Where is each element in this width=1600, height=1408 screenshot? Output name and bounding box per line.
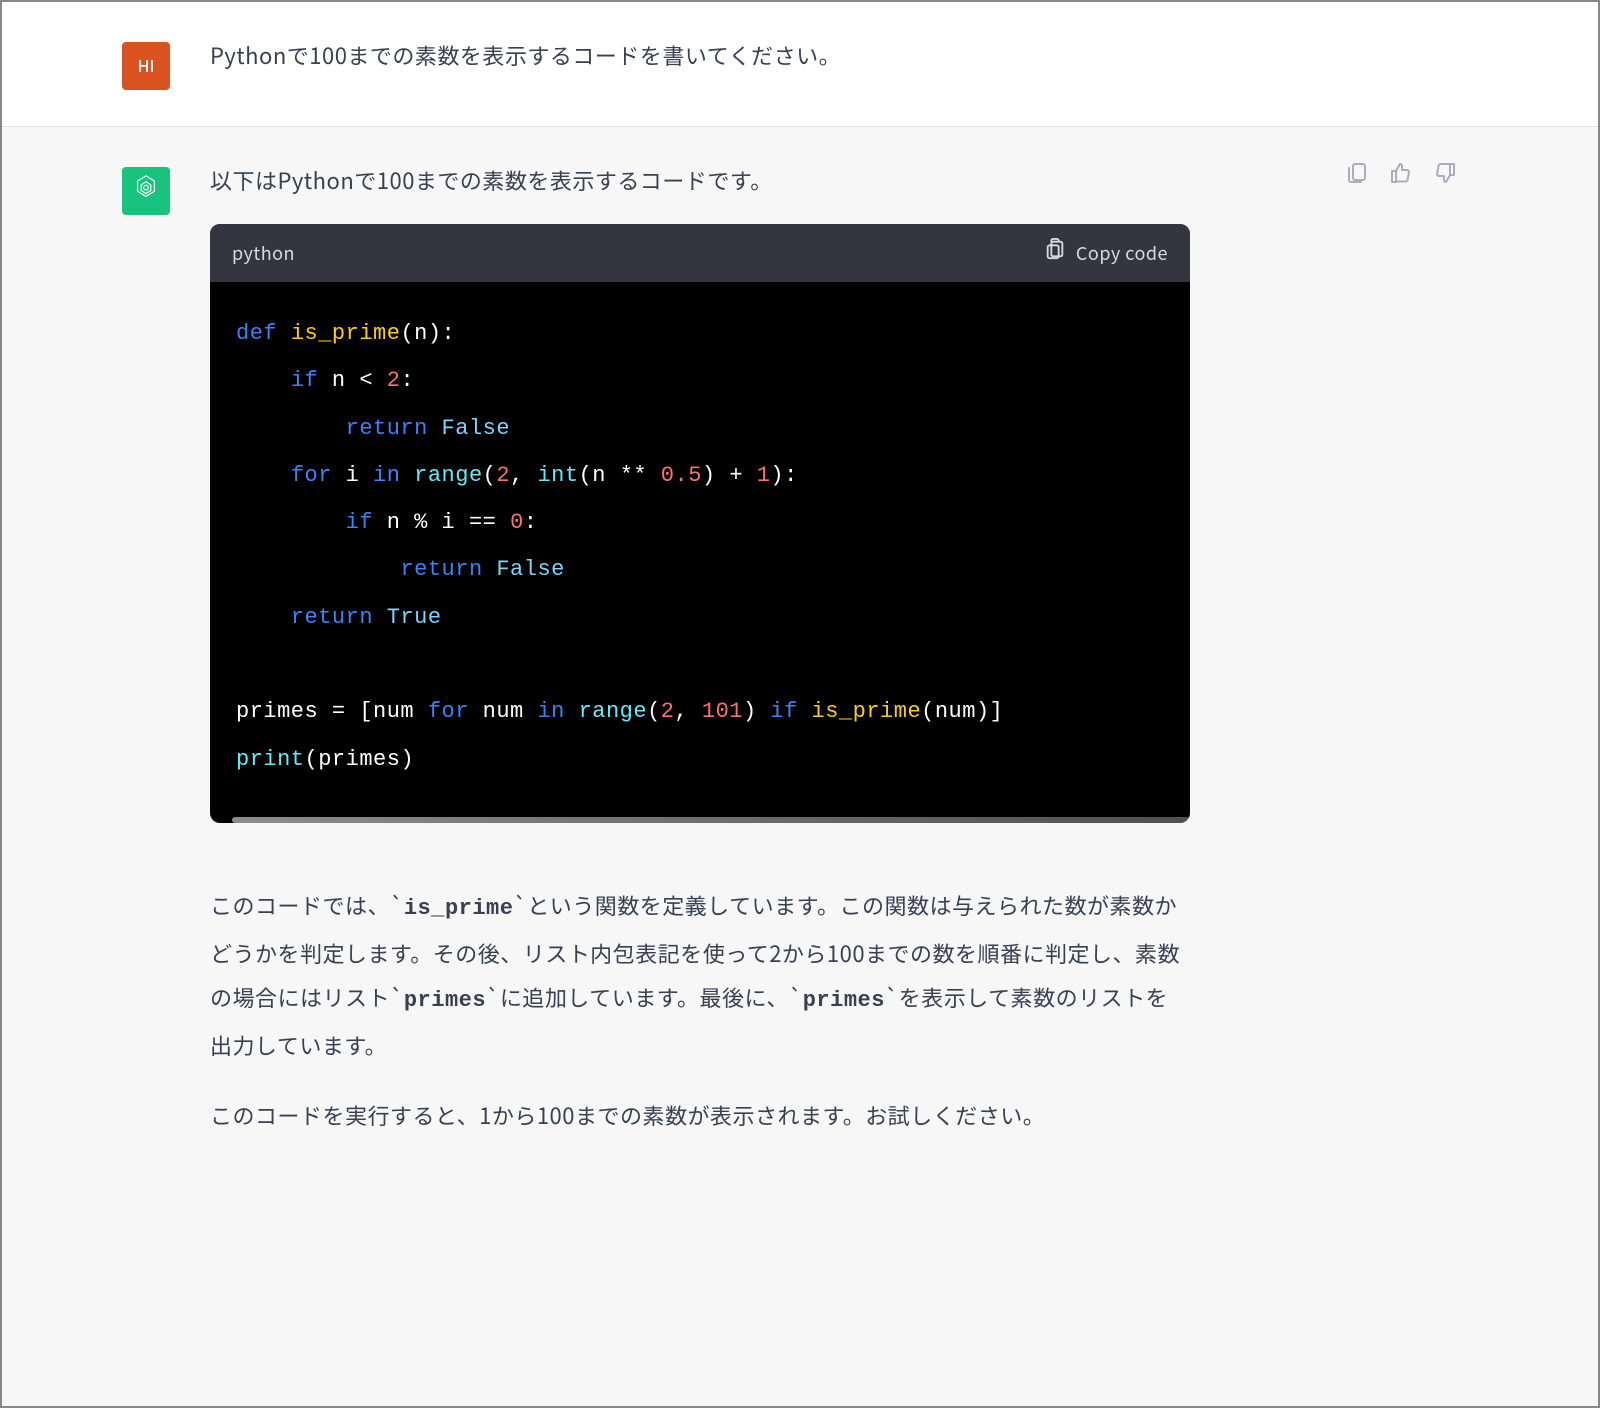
assistant-explanation: このコードでは、`is_prime`という関数を定義しています。この関数は与えら…: [210, 883, 1190, 1137]
explanation-paragraph-1: このコードでは、`is_prime`という関数を定義しています。この関数は与えら…: [210, 883, 1190, 1067]
copy-code-label: Copy code: [1076, 239, 1168, 268]
clipboard-icon: [1345, 161, 1369, 195]
assistant-message-row: 以下はPythonで100までの素数を表示するコードです。 python Cop…: [2, 127, 1598, 1406]
thumbs-up-icon: [1389, 161, 1413, 195]
message-actions: [1344, 165, 1458, 1370]
assistant-avatar: [122, 167, 170, 215]
copy-code-button[interactable]: Copy code: [1044, 238, 1168, 268]
user-message-row: HI Pythonで100までの素数を表示するコードを書いてください。: [2, 2, 1598, 127]
user-message-content: Pythonで100までの素数を表示するコードを書いてください。: [210, 38, 1458, 90]
clipboard-icon: [1044, 238, 1066, 268]
inline-code-primes-1: primes: [404, 988, 486, 1013]
code-language-label: python: [232, 239, 295, 268]
thumbs-up-button[interactable]: [1388, 165, 1414, 191]
explanation-paragraph-2: このコードを実行すると、1から100までの素数が表示されます。お試しください。: [210, 1093, 1190, 1137]
assistant-intro-text: 以下はPythonで100までの素数を表示するコードです。: [210, 163, 1304, 198]
user-message-text: Pythonで100までの素数を表示するコードを書いてください。: [210, 38, 1458, 73]
openai-logo-icon: [131, 173, 161, 210]
thumbs-down-icon: [1433, 161, 1457, 195]
user-avatar-text: HI: [138, 53, 155, 79]
code-content[interactable]: def is_prime(n): if n < 2: return False …: [210, 282, 1190, 823]
user-avatar: HI: [122, 42, 170, 90]
copy-message-button[interactable]: [1344, 165, 1370, 191]
assistant-message-content: 以下はPythonで100までの素数を表示するコードです。 python Cop…: [210, 163, 1304, 1370]
thumbs-down-button[interactable]: [1432, 165, 1458, 191]
inline-code-is-prime: is_prime: [404, 896, 514, 921]
code-block-header: python Copy code: [210, 224, 1190, 282]
inline-code-primes-2: primes: [803, 988, 885, 1013]
chat-frame: HI Pythonで100までの素数を表示するコードを書いてください。 以下はP…: [0, 0, 1600, 1408]
code-block: python Copy code def is_prime(n): if n: [210, 224, 1190, 823]
